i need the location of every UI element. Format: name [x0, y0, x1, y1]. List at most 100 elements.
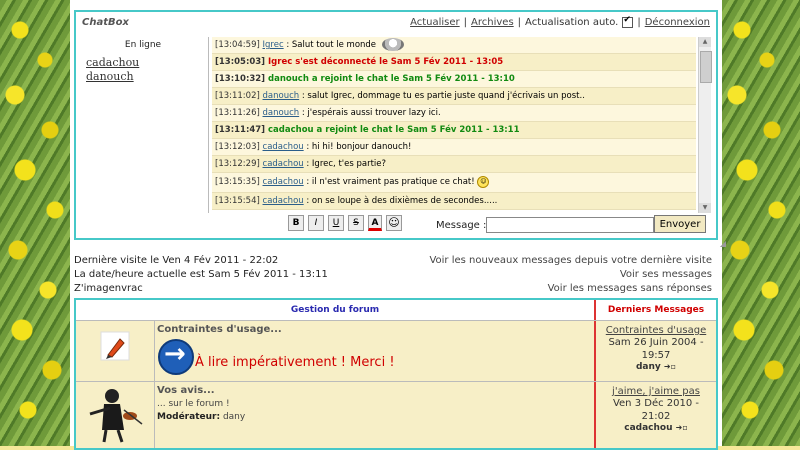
- separator: |: [517, 17, 522, 28]
- message-user[interactable]: cadachou: [263, 142, 304, 152]
- header-derniers: Derniers Messages: [607, 305, 705, 315]
- moderator-label: Modérateur:: [157, 412, 221, 422]
- forum-desc-cell: Contraintes d'usage... À lire impérative…: [155, 321, 596, 381]
- go-to-post-icon[interactable]: ➜▫: [664, 362, 676, 371]
- message-user[interactable]: Igrec: [263, 40, 284, 50]
- last-message-link[interactable]: Contraintes d'usage: [596, 325, 716, 336]
- refresh-link[interactable]: Actualiser: [410, 17, 460, 28]
- moderator-line: Modérateur: dany: [157, 412, 245, 422]
- teacup-icon: [382, 38, 404, 51]
- emoji-icon[interactable]: ☺: [386, 215, 402, 231]
- my-messages-link[interactable]: Voir ses messages: [620, 269, 712, 280]
- message-time: [13:11:47]: [215, 125, 266, 135]
- separator: |: [463, 17, 468, 28]
- chat-message: [13:10:32] danouch a rejoint le chat le …: [212, 71, 696, 88]
- smiley-icon: ☺: [477, 175, 490, 188]
- violinist-icon: [89, 389, 143, 443]
- last-message-time: 21:02: [641, 411, 671, 422]
- chatbox-links: Actualiser | Archives | Actualisation au…: [410, 15, 710, 28]
- message-time: [13:05:03]: [215, 57, 266, 67]
- message-label: Message :: [436, 220, 487, 231]
- forum-desc-cell: Vos avis... ... sur le forum ! Modérateu…: [155, 382, 596, 448]
- message-text: : on se loupe à des dixièmes de secondes…: [303, 196, 498, 206]
- message-user[interactable]: danouch: [263, 91, 300, 101]
- scroll-down-icon[interactable]: ▼: [699, 203, 711, 213]
- chat-messages: [13:04:59] Igrec : Salut tout le monde […: [212, 37, 696, 213]
- page-content: ChatBox Actualiser | Archives | Actualis…: [70, 0, 726, 450]
- archives-link[interactable]: Archives: [471, 17, 514, 28]
- forum-icon-cell: [76, 382, 155, 448]
- last-message-link[interactable]: j'aime, j'aime pas: [596, 386, 716, 397]
- mimosa-background-right: [722, 0, 800, 446]
- forum-row: Contraintes d'usage... À lire impérative…: [76, 320, 716, 381]
- separator: |: [637, 17, 641, 28]
- unanswered-link[interactable]: Voir les messages sans réponses: [548, 283, 712, 294]
- forum-table: Gestion du forum Derniers Messages Contr…: [74, 298, 718, 450]
- italic-button[interactable]: I: [308, 215, 324, 231]
- chat-message: [13:11:26] danouch : j'espérais aussi tr…: [212, 105, 696, 122]
- forum-title-link[interactable]: Contraintes d'usage...: [157, 324, 282, 335]
- auto-refresh-label: Actualisation auto.: [525, 17, 619, 28]
- forum-title-link[interactable]: Vos avis...: [157, 385, 215, 396]
- send-button[interactable]: Envoyer: [654, 215, 706, 233]
- forum-row: Vos avis... ... sur le forum ! Modérateu…: [76, 381, 716, 448]
- username-text: Z'imagenvrac: [74, 283, 143, 294]
- message-time: [13:11:02]: [215, 91, 260, 101]
- message-input[interactable]: [486, 217, 654, 233]
- current-date-text: La date/heure actuelle est Sam 5 Fév 201…: [74, 269, 328, 280]
- author-name[interactable]: cadachou: [624, 423, 672, 433]
- message-user[interactable]: cadachou: [263, 196, 304, 206]
- online-user-cadachou[interactable]: cadachou: [86, 56, 208, 70]
- chat-message: [13:11:02] danouch : salut Igrec, dommag…: [212, 88, 696, 105]
- pen-icon: [100, 331, 130, 361]
- last-message-author: dany ➜▫: [596, 362, 716, 372]
- mimosa-background-left: [0, 0, 70, 446]
- last-message-date: Sam 26 Juin 2004 -: [608, 337, 704, 348]
- message-text: Igrec s'est déconnecté le Sam 5 Fév 2011…: [265, 57, 504, 67]
- new-messages-link[interactable]: Voir les nouveaux messages depuis votre …: [429, 255, 712, 266]
- message-text: danouch a rejoint le chat le Sam 5 Fév 2…: [265, 74, 515, 84]
- chat-message: [13:11:47] cadachou a rejoint le chat le…: [212, 122, 696, 139]
- message-time: [13:15:35]: [215, 177, 260, 187]
- chat-message: [13:12:29] cadachou : Igrec, t'es partie…: [212, 156, 696, 173]
- resize-handle-icon[interactable]: ◢: [720, 239, 726, 248]
- arrow-right-icon: [158, 339, 194, 375]
- last-message-date: Ven 3 Déc 2010 -: [612, 398, 700, 409]
- message-text: : Salut tout le monde: [283, 40, 377, 50]
- moderator-name[interactable]: dany: [223, 412, 245, 422]
- last-message-time: 19:57: [641, 350, 671, 361]
- auto-refresh-checkbox[interactable]: [622, 15, 634, 28]
- online-users-panel: En ligne cadachou danouch: [78, 37, 209, 213]
- message-time: [13:15:54]: [215, 196, 260, 206]
- format-toolbar: B I U S A ☺: [288, 215, 402, 231]
- bold-button[interactable]: B: [288, 215, 304, 231]
- message-text: : j'espérais aussi trouver lazy ici.: [299, 108, 441, 118]
- online-user-danouch[interactable]: danouch: [86, 70, 208, 84]
- author-name[interactable]: dany: [636, 362, 661, 372]
- message-user[interactable]: cadachou: [263, 159, 304, 169]
- underline-button[interactable]: U: [328, 215, 344, 231]
- forum-subtitle: ... sur le forum !: [157, 399, 230, 409]
- message-time: [13:10:32]: [215, 74, 266, 84]
- last-message-cell: Contraintes d'usage Sam 26 Juin 2004 - 1…: [596, 321, 716, 381]
- logout-link[interactable]: Déconnexion: [645, 17, 710, 28]
- chatbox: ChatBox Actualiser | Archives | Actualis…: [74, 10, 726, 248]
- forum-icon-cell: [76, 321, 155, 381]
- message-user[interactable]: cadachou: [263, 177, 304, 187]
- message-text: cadachou a rejoint le chat le Sam 5 Fév …: [265, 125, 520, 135]
- chat-scrollbar[interactable]: ▲ ▼: [698, 37, 712, 213]
- scroll-thumb[interactable]: [700, 51, 712, 83]
- message-time: [13:04:59]: [215, 40, 260, 50]
- header-gestion: Gestion du forum: [76, 300, 596, 320]
- chat-message: [13:15:54] cadachou : on se loupe à des …: [212, 193, 696, 210]
- text-color-icon[interactable]: A: [368, 215, 382, 231]
- last-message-cell: j'aime, j'aime pas Ven 3 Déc 2010 - 21:0…: [596, 382, 716, 448]
- message-user[interactable]: danouch: [263, 108, 300, 118]
- strike-button[interactable]: S: [348, 215, 364, 231]
- forum-header: Gestion du forum Derniers Messages: [76, 300, 716, 320]
- message-time: [13:12:03]: [215, 142, 260, 152]
- scroll-up-icon[interactable]: ▲: [699, 37, 711, 47]
- last-message-author: cadachou ➜▫: [596, 423, 716, 433]
- message-text: : il n'est vraiment pas pratique ce chat…: [303, 177, 475, 187]
- go-to-post-icon[interactable]: ➜▫: [676, 423, 688, 432]
